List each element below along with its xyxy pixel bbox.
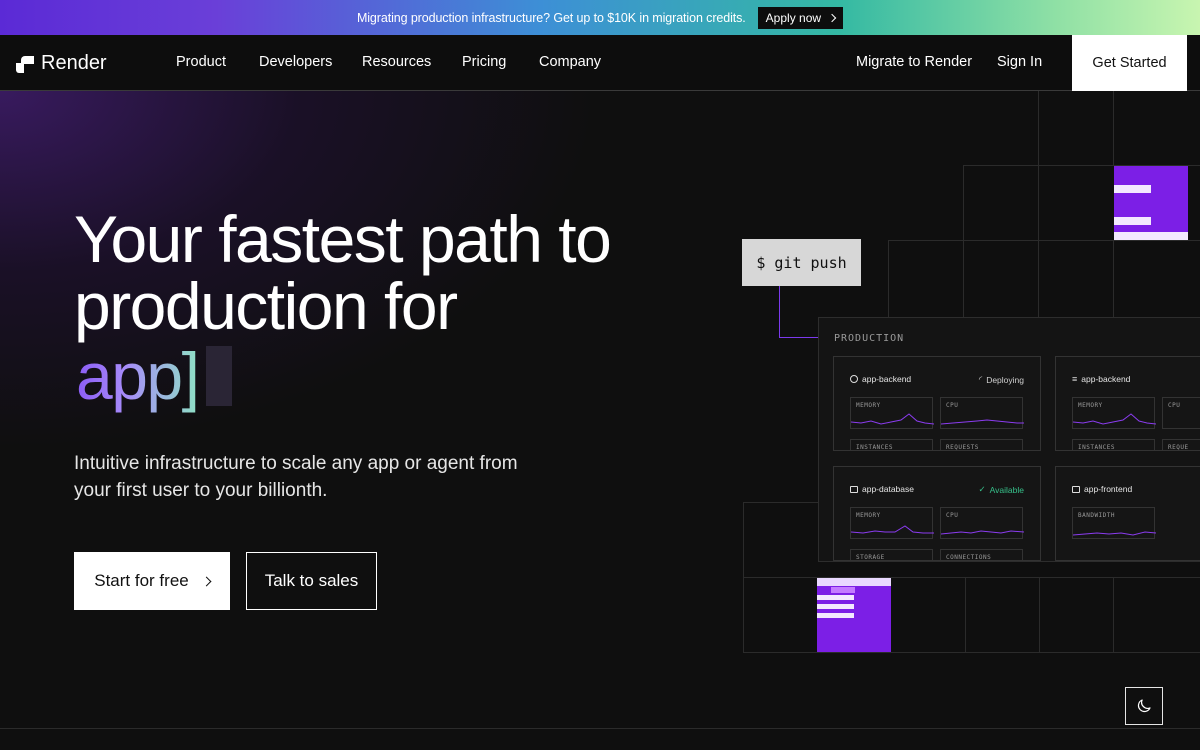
service-status: Available <box>989 484 1024 495</box>
service-card: app-backend ◜ Deploying MEMORY CPU INSTAN… <box>833 356 1041 451</box>
git-push-command: $ git push <box>742 239 861 286</box>
typed-word: app] <box>76 339 200 413</box>
chevron-right-icon <box>201 576 212 586</box>
service-name: app-backend <box>862 374 912 384</box>
cpu-chart: CPU <box>940 397 1024 429</box>
deploy-block-bottom <box>817 578 891 652</box>
production-panel: PRODUCTION app-backend ◜ Deploying MEMORY… <box>818 317 1200 562</box>
service-card: ≡ app-backend MEMORY CPU INSTANCES REQUE <box>1055 356 1200 451</box>
typed-word-container: app] <box>76 339 233 413</box>
theme-toggle-button[interactable] <box>1125 687 1163 725</box>
deploy-block-top <box>1114 166 1188 240</box>
service-card: app-frontend BANDWIDTH <box>1055 466 1200 561</box>
service-name: app-database <box>862 484 914 494</box>
nav-company[interactable]: Company <box>539 54 601 70</box>
database-icon <box>850 485 858 493</box>
connector-line <box>779 337 819 338</box>
migrate-link[interactable]: Migrate to Render <box>856 54 972 70</box>
cpu-chart: CPU <box>1162 397 1200 429</box>
section-divider <box>0 728 1200 729</box>
nav-product[interactable]: Product <box>176 54 226 70</box>
chevron-right-icon <box>827 13 837 22</box>
get-started-button[interactable]: Get Started <box>1072 35 1187 91</box>
nav-resources[interactable]: Resources <box>362 54 431 70</box>
list-icon: ≡ <box>1072 374 1078 384</box>
memory-chart: MEMORY <box>850 507 934 539</box>
hero-subtext: Intuitive infrastructure to scale any ap… <box>74 453 518 501</box>
cpu-chart: CPU <box>940 507 1024 539</box>
apply-now-button[interactable]: Apply now <box>757 6 844 29</box>
memory-chart: MEMORY <box>1072 397 1156 429</box>
apply-now-label: Apply now <box>765 10 822 25</box>
panel-title: PRODUCTION <box>834 333 905 344</box>
headline-line-2: production for <box>74 269 458 343</box>
talk-to-sales-button[interactable]: Talk to sales <box>246 552 377 610</box>
sign-in-link[interactable]: Sign In <box>997 54 1042 70</box>
start-for-free-label: Start for free <box>94 571 189 590</box>
service-name: app-backend <box>1081 374 1131 384</box>
headline-line-1: Your fastest path to <box>74 202 612 276</box>
globe-icon <box>850 375 858 383</box>
render-logo-icon <box>16 55 34 73</box>
connector-line <box>779 286 780 337</box>
banner-text: Migrating production infrastructure? Get… <box>356 10 746 25</box>
service-status: Deploying <box>986 374 1024 385</box>
service-name: app-frontend <box>1084 484 1133 494</box>
render-logo[interactable]: Render <box>16 52 107 75</box>
nav-developers[interactable]: Developers <box>259 54 332 70</box>
service-card: app-database ✓ Available MEMORY CPU STORA… <box>833 466 1041 561</box>
monitor-icon <box>1072 485 1080 493</box>
start-for-free-button[interactable]: Start for free <box>74 552 230 610</box>
top-navigation: Render Product Developers Resources Pric… <box>0 35 1200 91</box>
check-icon: ✓ <box>978 484 986 494</box>
bandwidth-chart: BANDWIDTH <box>1072 507 1156 539</box>
spinner-icon: ◜ <box>978 374 983 384</box>
nav-pricing[interactable]: Pricing <box>462 54 506 70</box>
hero-headline: Your fastest path to production for <box>74 206 612 343</box>
typing-cursor <box>206 346 233 406</box>
moon-icon <box>1137 699 1151 713</box>
promo-banner: Migrating production infrastructure? Get… <box>0 0 1200 35</box>
memory-chart: MEMORY <box>850 397 934 429</box>
logo-text: Render <box>41 52 107 74</box>
